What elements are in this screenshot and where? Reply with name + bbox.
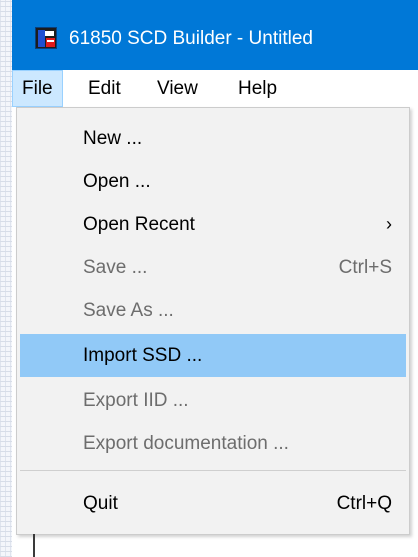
app-icon[interactable] xyxy=(35,27,57,49)
menu-item-quit[interactable]: Quit Ctrl+Q xyxy=(20,482,406,525)
menu-item-label: Save ... xyxy=(83,257,148,278)
menu-item-label: Quit xyxy=(83,493,118,514)
title-bar[interactable]: 61850 SCD Builder - Untitled xyxy=(12,0,418,70)
menu-item-new[interactable]: New ... xyxy=(20,117,406,160)
menu-help[interactable]: Help xyxy=(229,70,286,107)
menu-item-label: Import SSD ... xyxy=(83,345,203,366)
menu-separator xyxy=(20,470,406,471)
menu-item-save-as[interactable]: Save As ... xyxy=(20,289,406,332)
menu-edit[interactable]: Edit xyxy=(79,70,130,107)
menu-item-export-documentation[interactable]: Export documentation ... xyxy=(20,422,406,465)
menu-bar: File Edit View Help xyxy=(12,70,418,107)
menu-item-label: New ... xyxy=(83,128,143,149)
menu-item-shortcut: Ctrl+S xyxy=(338,257,392,278)
submenu-arrow-icon: › xyxy=(386,214,392,234)
menu-item-import-ssd[interactable]: Import SSD ... xyxy=(20,334,406,377)
menu-item-shortcut: Ctrl+Q xyxy=(336,493,392,514)
menu-item-export-iid[interactable]: Export IID ... xyxy=(20,379,406,422)
background-window-edge xyxy=(0,0,12,557)
file-menu-dropdown: New ... Open ... Open Recent › Save ... … xyxy=(16,107,410,535)
app-window: 61850 SCD Builder - Untitled File Edit V… xyxy=(12,0,418,557)
menu-file[interactable]: File xyxy=(12,70,63,107)
menu-item-save[interactable]: Save ... Ctrl+S xyxy=(20,246,406,289)
menu-item-open-recent[interactable]: Open Recent › xyxy=(20,203,406,246)
menu-item-label: Export IID ... xyxy=(83,390,189,411)
menu-item-label: Open ... xyxy=(83,171,151,192)
window-title: 61850 SCD Builder - Untitled xyxy=(69,28,313,49)
content-area-border xyxy=(33,534,35,557)
menu-item-open[interactable]: Open ... xyxy=(20,160,406,203)
menu-item-label: Open Recent xyxy=(83,214,195,235)
menu-item-label: Save As ... xyxy=(83,300,174,321)
menu-view[interactable]: View xyxy=(148,70,207,107)
menu-item-label: Export documentation ... xyxy=(83,433,289,454)
